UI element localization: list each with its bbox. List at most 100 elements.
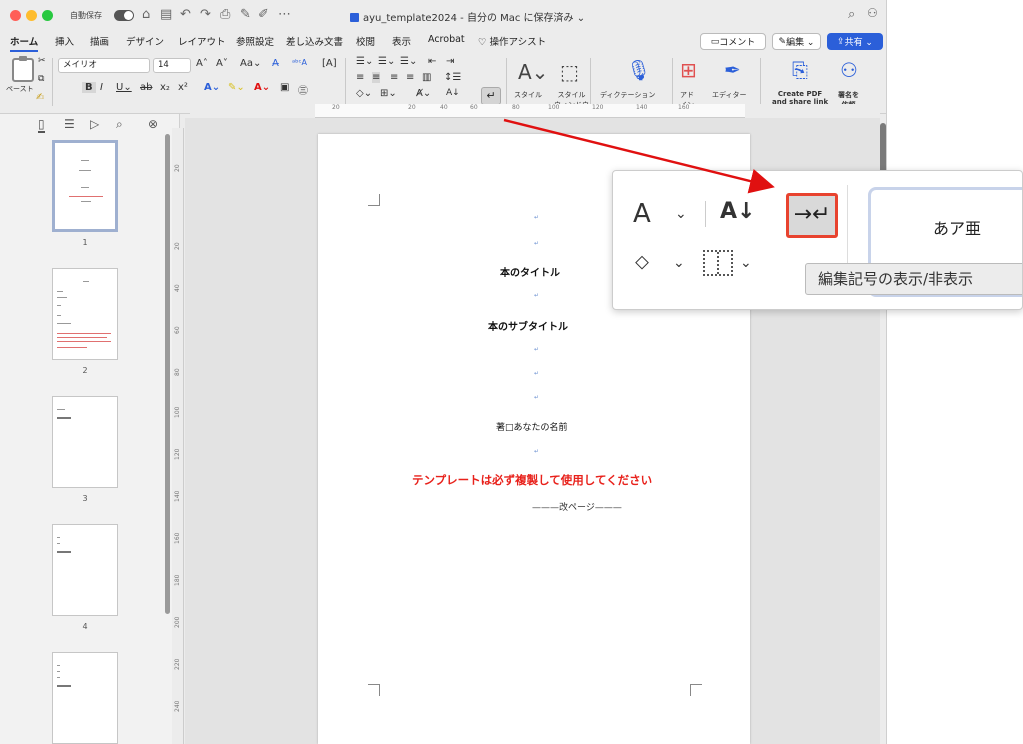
comment-button[interactable]: ▭ コメント bbox=[700, 33, 766, 50]
text-effects-icon[interactable]: A⌄ bbox=[204, 82, 220, 93]
align-center-icon[interactable]: ≡ bbox=[372, 72, 381, 83]
tab-references[interactable]: 参照設定 bbox=[236, 34, 274, 48]
search-icon[interactable]: ⌕ bbox=[848, 7, 855, 22]
superscript-button[interactable]: x² bbox=[178, 82, 188, 93]
shrink-font-icon[interactable]: A˅ bbox=[216, 58, 228, 69]
book-title[interactable]: 本のタイトル bbox=[500, 264, 560, 279]
tab-layout[interactable]: レイアウト bbox=[178, 34, 226, 48]
paint-bucket-icon[interactable]: ⬦ bbox=[635, 249, 649, 273]
save-icon[interactable]: ▤ bbox=[160, 7, 172, 22]
grow-font-icon[interactable]: A˄ bbox=[196, 58, 208, 69]
borders-icon[interactable] bbox=[703, 250, 733, 276]
subscript-button[interactable]: x₂ bbox=[160, 82, 170, 93]
clear-format-icon[interactable]: A̶ bbox=[272, 58, 279, 69]
undo-icon[interactable]: ↶ bbox=[180, 7, 191, 22]
ruler-label: 20 bbox=[174, 242, 181, 250]
align-right-icon[interactable]: ≡ bbox=[390, 72, 398, 83]
enclose-character-icon[interactable]: ㊂ bbox=[298, 82, 308, 97]
format-painter-icon[interactable]: ✍ bbox=[36, 92, 44, 103]
line-spacing-icon[interactable]: ↕☰ bbox=[444, 72, 461, 83]
text-direction-icon[interactable]: Ⱥ⌄ bbox=[416, 88, 431, 99]
minimize-window-button[interactable] bbox=[26, 10, 37, 21]
clipboard-icon[interactable] bbox=[12, 56, 34, 82]
page-thumbnail-3[interactable] bbox=[52, 396, 118, 488]
tab-review[interactable]: 校閲 bbox=[356, 34, 375, 48]
font-size-select[interactable]: 14 bbox=[153, 58, 191, 73]
styles-icon[interactable]: A⌄ bbox=[518, 60, 548, 84]
phonetic-guide-icon[interactable]: ᵃᵇᶜA bbox=[292, 58, 307, 67]
multilevel-list-icon[interactable]: ☰⌄ bbox=[400, 56, 417, 67]
show-formatting-marks-button[interactable]: ↵ bbox=[481, 87, 501, 105]
increase-indent-icon[interactable]: ⇥ bbox=[446, 56, 454, 67]
font-color-icon[interactable]: A⌄ bbox=[254, 82, 270, 93]
editor-icon[interactable]: ✒ bbox=[724, 58, 741, 82]
character-shading-icon[interactable]: ▣ bbox=[280, 82, 289, 93]
pages-view-icon[interactable]: ▷ bbox=[90, 117, 99, 131]
account-icon[interactable]: ⚇ bbox=[867, 6, 878, 20]
tab-mailings[interactable]: 差し込み文書 bbox=[286, 34, 343, 48]
tooltip: 編集記号の表示/非表示 bbox=[805, 263, 1022, 295]
autosave-toggle[interactable] bbox=[114, 10, 134, 21]
change-case-icon[interactable]: Aa⌄ bbox=[240, 58, 261, 69]
outline-view-icon[interactable]: ☰ bbox=[64, 117, 75, 131]
close-pane-icon[interactable]: ⊗ bbox=[148, 117, 158, 131]
bold-button[interactable]: B bbox=[82, 82, 96, 93]
align-left-icon[interactable]: ≡ bbox=[356, 72, 364, 83]
microphone-icon[interactable]: 🎙 bbox=[626, 58, 651, 82]
decrease-indent-icon[interactable]: ⇤ bbox=[428, 56, 436, 67]
show-formatting-marks-icon[interactable]: →↵ bbox=[786, 193, 838, 238]
tab-acrobat[interactable]: Acrobat bbox=[428, 34, 465, 45]
page-thumbnail-2[interactable] bbox=[52, 268, 118, 360]
navigation-pane-scrollbar[interactable] bbox=[165, 134, 170, 614]
template-warning[interactable]: テンプレートは必ず複製して使用してください bbox=[412, 472, 652, 488]
bullets-icon[interactable]: ☰⌄ bbox=[356, 56, 373, 67]
page-thumbnail-1[interactable] bbox=[52, 140, 118, 232]
character-border-icon[interactable]: [A] bbox=[322, 58, 337, 69]
pen-icon[interactable]: ✎ bbox=[240, 7, 251, 22]
text-direction-icon[interactable]: A bbox=[633, 199, 651, 229]
numbering-icon[interactable]: ☰⌄ bbox=[378, 56, 395, 67]
tab-home[interactable]: ホーム bbox=[10, 34, 39, 52]
edit-mode-button[interactable]: ✎ 編集 ⌄ bbox=[772, 33, 821, 50]
add-ins-icon[interactable]: ⊞ bbox=[680, 58, 697, 82]
redo-icon[interactable]: ↷ bbox=[200, 7, 211, 22]
tab-view[interactable]: 表示 bbox=[392, 34, 411, 48]
search-icon[interactable]: ⌕ bbox=[116, 117, 123, 132]
print-icon[interactable]: ⎙ bbox=[220, 7, 230, 22]
page-thumbnail-5[interactable] bbox=[52, 652, 118, 744]
author-name[interactable]: 著□あなたの名前 bbox=[496, 420, 568, 433]
more-icon[interactable]: ⋯ bbox=[278, 7, 291, 22]
underline-button[interactable]: U⌄ bbox=[116, 82, 132, 93]
request-signature-icon[interactable]: ⚇ bbox=[840, 58, 858, 82]
tab-draw[interactable]: 描画 bbox=[90, 34, 109, 48]
strikethrough-button[interactable]: ab bbox=[140, 82, 152, 93]
tab-insert[interactable]: 挿入 bbox=[55, 34, 74, 48]
share-button[interactable]: ⇪ 共有 ⌄ bbox=[827, 33, 883, 50]
shading-icon[interactable]: ◇⌄ bbox=[356, 88, 372, 99]
chevron-down-icon[interactable]: ⌄ bbox=[673, 255, 685, 271]
font-name-select[interactable]: メイリオ bbox=[58, 58, 150, 73]
cut-icon[interactable]: ✂ bbox=[38, 56, 46, 66]
justify-icon[interactable]: ≡ bbox=[406, 72, 414, 83]
tab-design[interactable]: デザイン bbox=[126, 34, 164, 48]
highlight-icon[interactable]: ✎⌄ bbox=[228, 82, 245, 93]
styles-pane-icon[interactable]: ⬚ bbox=[560, 60, 579, 84]
thumbnails-view-icon[interactable]: ▯ bbox=[38, 117, 45, 133]
sort-icon[interactable]: A↓ bbox=[720, 199, 755, 224]
format-icon[interactable]: ✐ bbox=[258, 7, 269, 22]
home-icon[interactable]: ⌂ bbox=[142, 7, 150, 22]
chevron-down-icon[interactable]: ⌄ bbox=[675, 206, 687, 222]
sort-icon[interactable]: A↓ bbox=[446, 88, 460, 98]
italic-button[interactable]: I bbox=[100, 82, 103, 93]
distributed-icon[interactable]: ▥ bbox=[422, 72, 431, 83]
close-window-button[interactable] bbox=[10, 10, 21, 21]
ruler-label: 20 bbox=[174, 164, 181, 172]
page-thumbnail-4[interactable] bbox=[52, 524, 118, 616]
maximize-window-button[interactable] bbox=[42, 10, 53, 21]
create-pdf-icon[interactable]: ⎘ bbox=[792, 58, 808, 82]
book-subtitle[interactable]: 本のサブタイトル bbox=[488, 318, 568, 333]
borders-icon[interactable]: ⊞⌄ bbox=[380, 88, 397, 99]
tab-tell-me[interactable]: ♡ 操作アシスト bbox=[478, 34, 546, 48]
chevron-down-icon[interactable]: ⌄ bbox=[740, 255, 752, 271]
copy-icon[interactable]: ⧉ bbox=[38, 74, 44, 84]
